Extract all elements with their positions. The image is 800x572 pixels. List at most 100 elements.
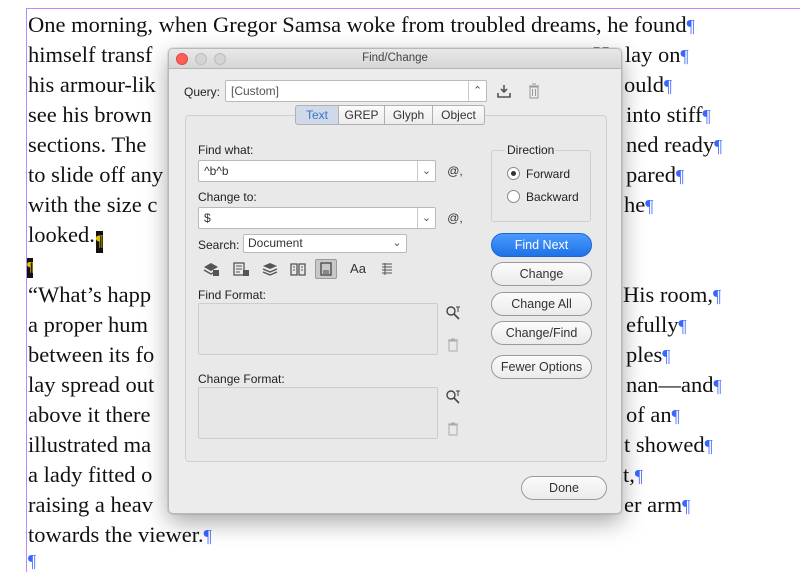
text-line-12[interactable]: between its fo [28, 340, 154, 370]
clear-change-format-icon[interactable] [445, 422, 461, 440]
tab-grep[interactable]: GREP [339, 105, 385, 125]
text-line-15[interactable]: illustrated ma [28, 430, 151, 460]
dialog-titlebar[interactable]: Find/Change [169, 49, 621, 69]
include-hidden-layers-icon[interactable] [260, 261, 280, 281]
include-locked-layers-icon[interactable] [201, 261, 221, 281]
text-fragment: above it there [28, 402, 151, 427]
text-fragment: himself transf [28, 42, 153, 67]
fewer-options-button[interactable]: Fewer Options [491, 355, 592, 379]
case-sensitive-icon[interactable]: Aa [347, 261, 369, 277]
search-scope-select[interactable]: Document ⌄ [243, 234, 407, 253]
query-value: [Custom] [231, 84, 280, 98]
text-fragment-right: ples¶ [626, 340, 670, 370]
pilcrow-mark: ¶ [634, 466, 644, 486]
find-what-input[interactable]: ^b^b ⌄ [198, 160, 436, 182]
text-line-3[interactable]: his armour-lik [28, 70, 156, 100]
text-line-2[interactable]: himself transf [28, 40, 152, 70]
text-fragment-right: ned ready¶ [626, 130, 722, 160]
text-line-content: One morning, when Gregor Samsa woke from… [28, 12, 687, 37]
text-fragment: towards the viewer. [28, 522, 204, 547]
query-select[interactable]: [Custom] ⌃ [225, 80, 487, 102]
text-line-18[interactable]: towards the viewer.¶ [28, 520, 212, 550]
text-line-10[interactable]: “What’s happ [28, 280, 151, 310]
include-master-pages-icon[interactable] [288, 261, 308, 281]
dialog-title: Find/Change [362, 52, 428, 64]
chevron-down-icon: ⌄ [392, 237, 402, 249]
done-button[interactable]: Done [521, 476, 607, 500]
find-what-value: ^b^b [204, 164, 229, 178]
text-fragment-right: nan—and¶ [626, 370, 722, 400]
pilcrow-mark: ¶ [704, 436, 713, 456]
pilcrow-mark: ¶ [686, 16, 695, 36]
special-characters-find-icon[interactable]: @, [445, 163, 465, 179]
text-fragment-right: t showed¶ [624, 430, 713, 460]
text-fragment: t showed [624, 432, 705, 457]
text-fragment: raising a heav [28, 492, 153, 517]
change-format-label: Change Format: [198, 372, 285, 386]
change-to-label: Change to: [198, 190, 257, 204]
text-fragment: of an [626, 402, 672, 427]
pilcrow-mark: ¶ [713, 376, 722, 396]
text-fragment: illustrated ma [28, 432, 152, 457]
chevron-down-icon[interactable]: ⌄ [417, 161, 435, 181]
text-line-16[interactable]: a lady fitted o [28, 460, 152, 490]
text-fragment-right: efully¶ [626, 310, 687, 340]
text-fragment: lay spread out [28, 372, 155, 397]
specify-change-format-icon[interactable] [444, 389, 462, 409]
pilcrow-mark: ¶ [680, 46, 689, 66]
text-line-13[interactable]: lay spread out [28, 370, 154, 400]
find-next-button[interactable]: Find Next [491, 233, 592, 257]
text-line-14[interactable]: above it there [28, 400, 150, 430]
delete-query-icon[interactable] [526, 83, 542, 103]
change-find-button[interactable]: Change/Find [491, 321, 592, 345]
whole-word-icon[interactable] [377, 261, 397, 281]
text-line-7[interactable]: with the size c [28, 190, 157, 220]
chevron-down-icon[interactable]: ⌄ [417, 208, 435, 228]
text-fragment: his armour-lik [28, 72, 156, 97]
include-footnotes-icon[interactable] [315, 259, 337, 279]
text-fragment: er arm [624, 492, 683, 517]
text-line-8[interactable]: looked. ¶ [28, 220, 104, 253]
include-locked-stories-icon[interactable] [231, 261, 251, 281]
change-to-input[interactable]: $ ⌄ [198, 207, 436, 229]
text-line-6[interactable]: to slide off any [28, 160, 163, 190]
pilcrow-mark: ¶ [713, 286, 722, 306]
text-line-17[interactable]: raising a heav [28, 490, 153, 520]
text-fragment: with the size c [28, 192, 158, 217]
search-scope-value: Document [248, 236, 303, 250]
text-line-4[interactable]: see his brown [28, 100, 152, 130]
specify-find-format-icon[interactable] [444, 305, 462, 325]
direction-forward-radio[interactable] [507, 167, 520, 180]
tab-text[interactable]: Text [295, 105, 339, 125]
change-format-box[interactable] [198, 387, 438, 439]
change-all-button[interactable]: Change All [491, 292, 592, 316]
text-fragment: His room, [623, 282, 713, 307]
direction-label: Direction [505, 143, 557, 157]
text-fragment-right: His room,¶ [623, 280, 721, 310]
direction-forward-label[interactable]: Forward [526, 167, 570, 181]
tab-object[interactable]: Object [433, 105, 485, 125]
text-line-11[interactable]: a proper hum [28, 310, 148, 340]
text-line-1[interactable]: One morning, when Gregor Samsa woke from… [28, 10, 695, 40]
selected-pilcrow-glyph: ¶ [95, 233, 104, 250]
change-button[interactable]: Change [491, 262, 592, 286]
direction-backward-label[interactable]: Backward [526, 190, 579, 204]
find-what-label: Find what: [198, 143, 254, 157]
text-fragment: ould [624, 72, 665, 97]
special-characters-change-icon[interactable]: @, [445, 210, 465, 226]
text-fragment-right: t,¶ [623, 460, 643, 490]
text-fragment: t, [623, 462, 635, 487]
find-change-dialog[interactable]: Find/Change Query: [Custom] ⌃ Text GREP … [168, 48, 622, 514]
pilcrow-mark: ¶ [203, 526, 212, 546]
direction-backward-radio[interactable] [507, 190, 520, 203]
find-format-box[interactable] [198, 303, 438, 355]
clear-find-format-icon[interactable] [445, 338, 461, 356]
text-line-5[interactable]: sections. The [28, 130, 146, 160]
text-fragment: to slide off any [28, 162, 164, 187]
text-fragment-right: he¶ [624, 190, 653, 220]
text-fragment: between its fo [28, 342, 155, 367]
text-fragment: see his brown [28, 102, 152, 127]
save-query-icon[interactable] [495, 83, 513, 103]
tab-glyph[interactable]: Glyph [385, 105, 433, 125]
pilcrow-mark: ¶ [675, 166, 685, 186]
